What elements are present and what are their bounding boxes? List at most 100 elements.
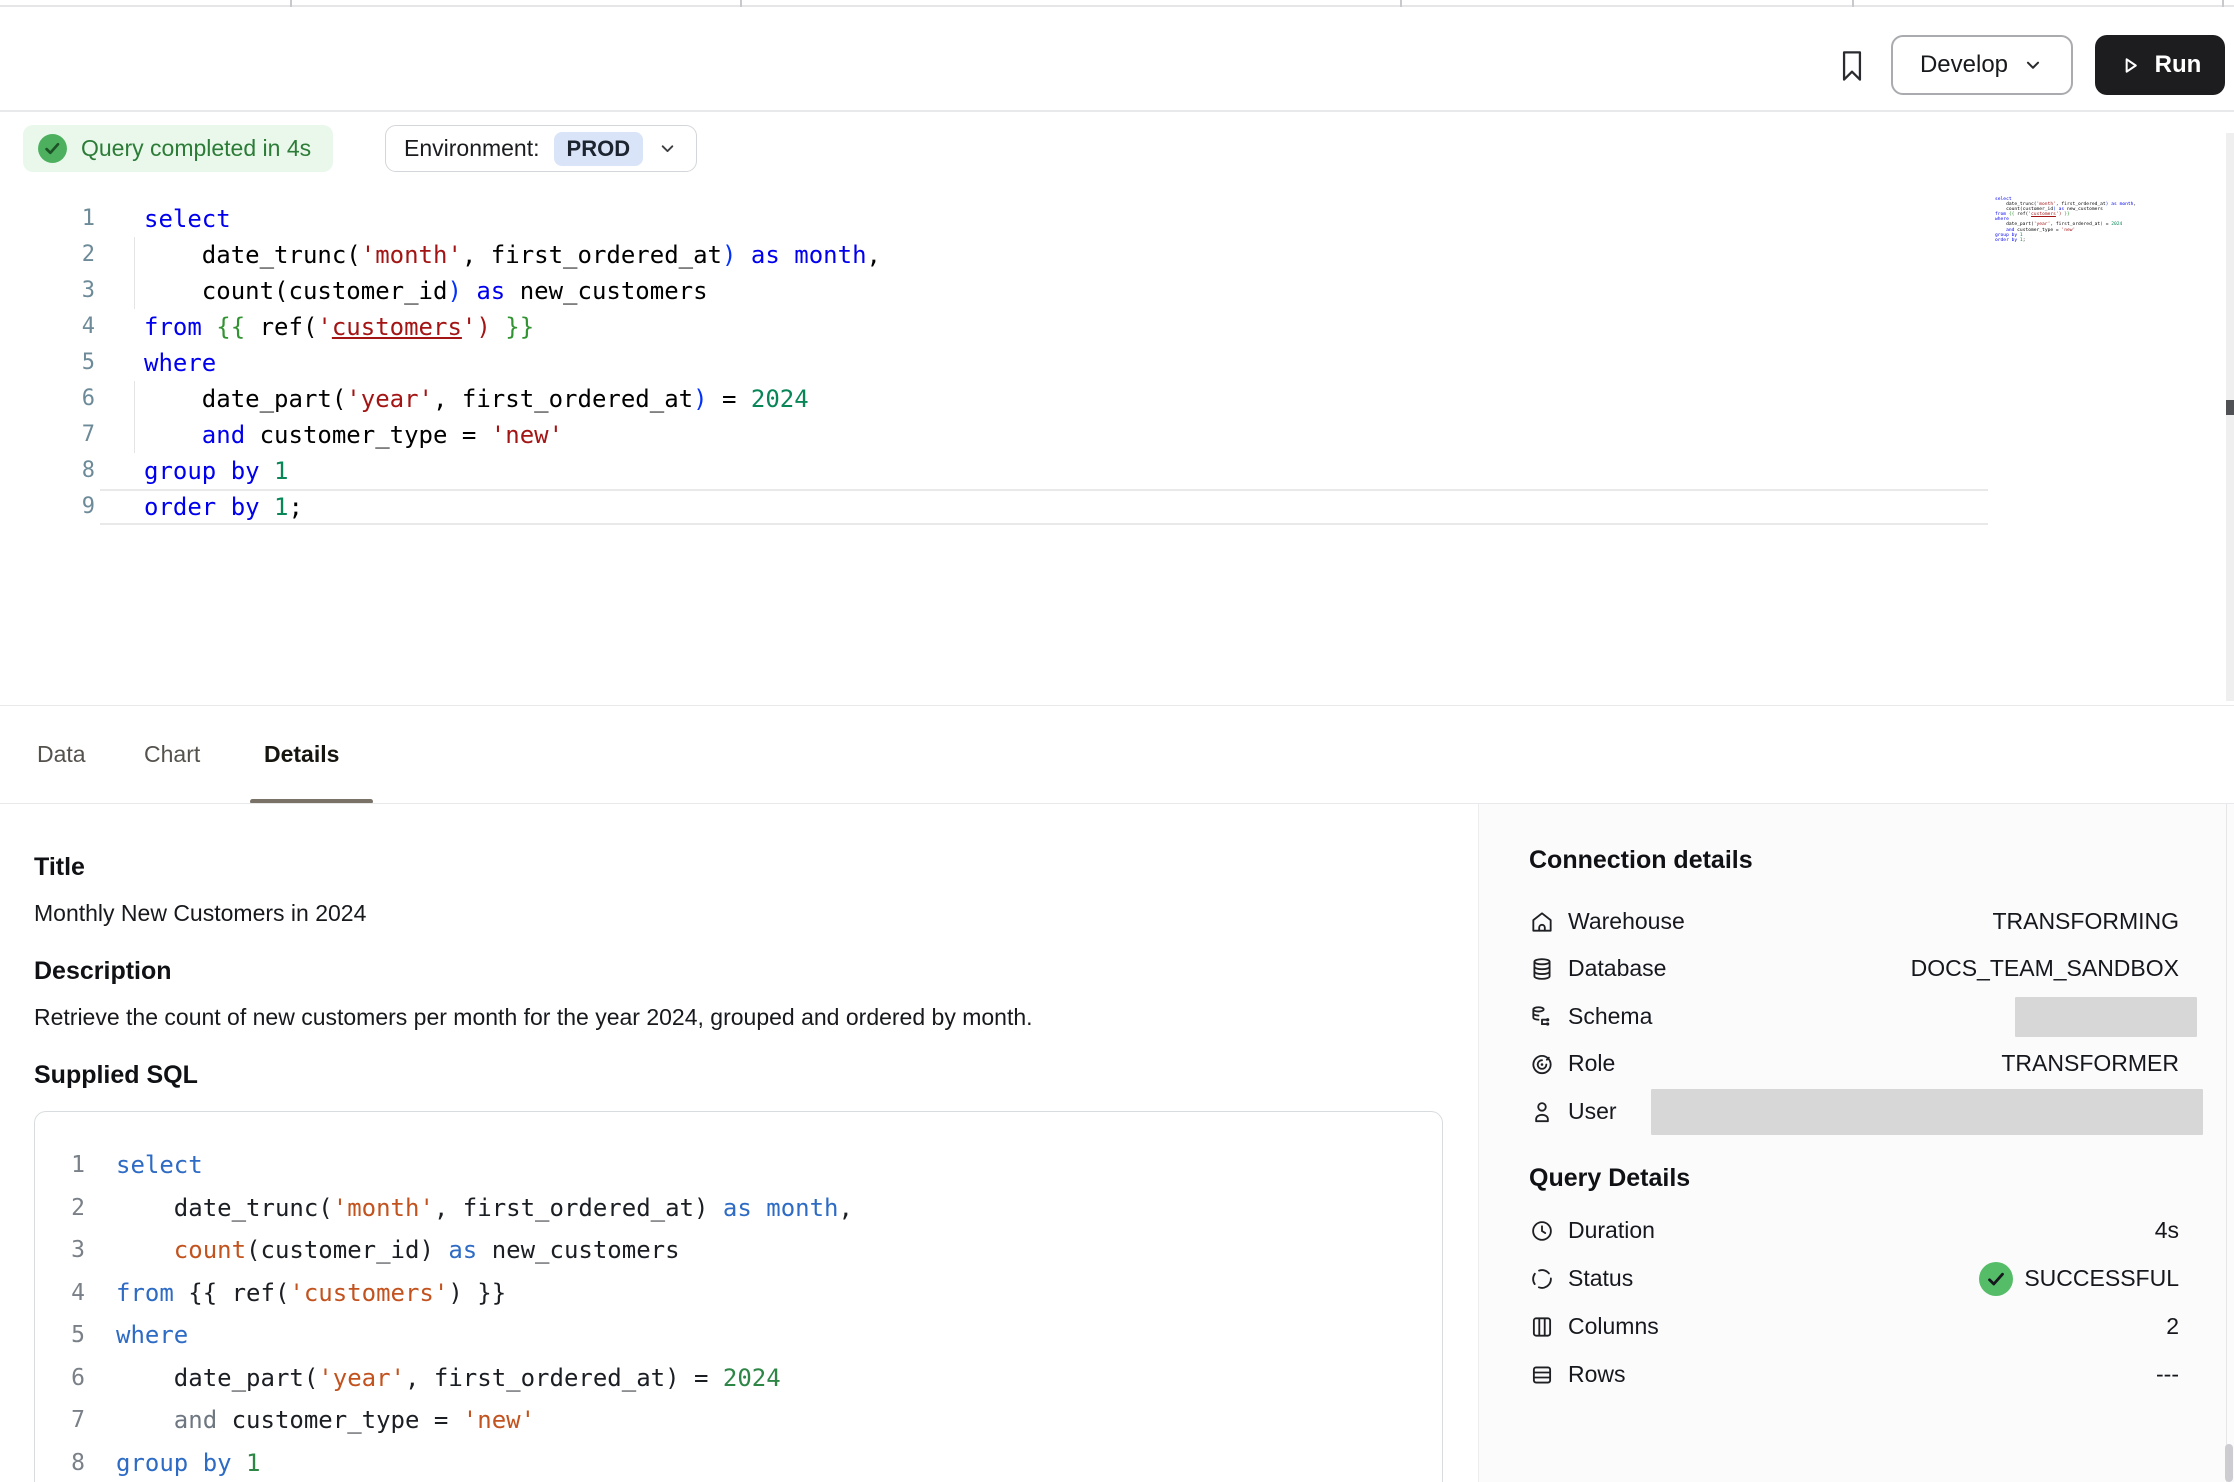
tab-chart[interactable]: Chart — [144, 705, 200, 803]
row-value: DOCS_TEAM_SANDBOX — [1911, 955, 2179, 982]
tab-divider — [1852, 0, 1854, 7]
row-label: Database — [1568, 955, 1666, 982]
target-icon — [1529, 1051, 1555, 1077]
run-button[interactable]: Run — [2095, 35, 2225, 95]
supplied-sql-line: 3 count(customer_id) as new_customers — [35, 1229, 1442, 1271]
supplied-sql-line: 1select — [35, 1144, 1442, 1186]
chevron-down-icon — [2022, 54, 2044, 76]
warehouse-row: Warehouse TRANSFORMING — [1479, 898, 2234, 945]
editor-line: 1select — [0, 201, 2234, 237]
schema-row: Schema — [1479, 993, 2234, 1040]
play-icon — [2119, 54, 2142, 77]
status-row: Status SUCCESSFUL — [1479, 1255, 2234, 1302]
user-icon — [1529, 1099, 1555, 1125]
editor-line: 2 date_trunc('month', first_ordered_at) … — [0, 237, 2234, 273]
line-number: 2 — [35, 1187, 85, 1229]
row-value: 4s — [2155, 1217, 2179, 1244]
dashed-circle-icon — [1529, 1266, 1555, 1292]
supplied-sql-line: 4from {{ ref('customers') }} — [35, 1272, 1442, 1314]
editor-line: 6 date_part('year', first_ordered_at) = … — [0, 381, 2234, 417]
editor-line: 7 and customer_type = 'new' — [0, 417, 2234, 453]
line-number: 7 — [35, 1399, 85, 1441]
tab-divider — [290, 0, 292, 7]
develop-dropdown-button[interactable]: Develop — [1891, 35, 2073, 95]
run-label: Run — [2155, 51, 2202, 79]
editor-line: 3 count(customer_id) as new_customers — [0, 273, 2234, 309]
description-value: Retrieve the count of new customers per … — [34, 1004, 1033, 1031]
redacted-value — [2015, 997, 2197, 1037]
line-number: 2 — [0, 237, 95, 273]
description-heading: Description — [34, 957, 172, 986]
row-value: TRANSFORMER — [2001, 1050, 2179, 1077]
editor-line: 8group by 1 — [0, 453, 2234, 489]
user-row: User — [1479, 1088, 2234, 1135]
title-value: Monthly New Customers in 2024 — [34, 900, 366, 927]
supplied-sql-code-block: 1select2 date_trunc('month', first_order… — [34, 1111, 1443, 1482]
database-row: Database DOCS_TEAM_SANDBOX — [1479, 945, 2234, 992]
row-label: Warehouse — [1568, 908, 1685, 935]
tab-divider — [740, 0, 742, 7]
row-label: User — [1568, 1098, 1617, 1125]
home-icon — [1529, 909, 1555, 935]
role-row: Role TRANSFORMER — [1479, 1040, 2234, 1087]
supplied-sql-line: 6 date_part('year', first_ordered_at) = … — [35, 1357, 1442, 1399]
line-number: 7 — [0, 417, 95, 453]
sql-editor[interactable]: 1select2 date_trunc('month', first_order… — [0, 130, 2234, 705]
row-label: Columns — [1568, 1313, 1659, 1340]
editor-line: 9order by 1; — [0, 489, 2234, 525]
row-value: 2 — [2166, 1313, 2179, 1340]
line-number: 4 — [0, 309, 95, 345]
line-number: 8 — [35, 1442, 85, 1482]
develop-label: Develop — [1920, 51, 2008, 79]
duration-row: Duration4s — [1479, 1207, 2234, 1254]
success-check-icon — [1978, 1261, 2014, 1297]
clock-icon — [1529, 1218, 1555, 1244]
schema-icon — [1529, 1004, 1555, 1030]
details-side-panel: Connection details WarehouseTRANSFORMING… — [1478, 804, 2234, 1482]
columns-icon — [1529, 1314, 1555, 1340]
header-divider — [0, 110, 2234, 112]
line-number: 3 — [35, 1229, 85, 1271]
columns-row: Columns 2 — [1479, 1303, 2234, 1350]
supplied-sql-line: 7 and customer_type = 'new' — [35, 1399, 1442, 1441]
editor-scrollbar-track[interactable] — [2226, 133, 2234, 701]
line-number: 5 — [0, 345, 95, 381]
app-window: Develop Run Query completed in 4s Enviro… — [0, 0, 2234, 1482]
line-number: 1 — [35, 1144, 85, 1186]
supplied-sql-line: 5where — [35, 1314, 1442, 1356]
supplied-sql-heading: Supplied SQL — [34, 1061, 198, 1090]
row-value: SUCCESSFUL — [2024, 1265, 2179, 1292]
rows-icon — [1529, 1362, 1555, 1388]
line-number: 8 — [0, 453, 95, 489]
editor-minimap[interactable]: select date_trunc('month', first_ordered… — [1995, 197, 2101, 243]
line-number: 9 — [0, 489, 95, 525]
rows-row: Rows--- — [1479, 1351, 2234, 1398]
editor-scrollbar-thumb[interactable] — [2226, 400, 2234, 415]
line-number: 3 — [0, 273, 95, 309]
row-value: --- — [2156, 1361, 2179, 1388]
query-details-heading: Query Details — [1529, 1164, 1690, 1193]
editor-line: 4from {{ ref('customers') }} — [0, 309, 2234, 345]
panel-scrollbar-thumb[interactable] — [2225, 1444, 2233, 1482]
supplied-sql-line: 2 date_trunc('month', first_ordered_at) … — [35, 1187, 1442, 1229]
line-number: 6 — [35, 1357, 85, 1399]
line-number: 5 — [35, 1314, 85, 1356]
database-icon — [1529, 956, 1555, 982]
row-value: TRANSFORMING — [1992, 908, 2179, 935]
bookmark-button[interactable] — [1830, 41, 1874, 91]
browser-tab-strip — [0, 0, 2234, 7]
line-number: 1 — [0, 201, 95, 237]
tab-data[interactable]: Data — [37, 705, 86, 803]
tab-divider — [1400, 0, 1402, 7]
panel-scrollbar-track[interactable] — [2226, 804, 2227, 1482]
bookmark-icon — [1838, 49, 1866, 83]
supplied-sql-line: 8group by 1 — [35, 1442, 1442, 1482]
title-heading: Title — [34, 853, 85, 882]
editor-line: 5where — [0, 345, 2234, 381]
tab-details[interactable]: Details — [264, 705, 339, 803]
redacted-value — [1651, 1089, 2203, 1135]
row-label: Role — [1568, 1050, 1615, 1077]
line-number: 6 — [0, 381, 95, 417]
line-number: 4 — [35, 1272, 85, 1314]
row-label: Status — [1568, 1265, 1633, 1292]
